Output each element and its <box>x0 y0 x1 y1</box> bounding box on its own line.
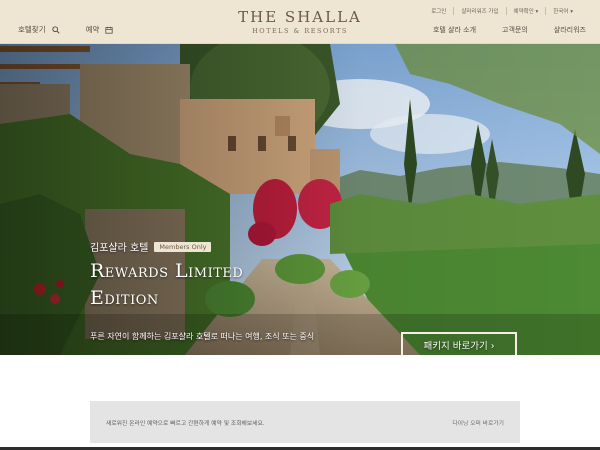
header-quick-links: 호텔찾기 예약 <box>18 24 139 35</box>
reservation-label: 예약 <box>85 25 100 34</box>
check-reservation-dropdown[interactable]: 예약확인 ▾ <box>505 7 546 15</box>
hotel-name: 김포샬라 호텔 <box>90 243 149 254</box>
join-rewards-link[interactable]: 샬라리워즈 가입 <box>453 7 505 15</box>
main-nav: 호텔 샬라 소개 고객문의 샬라리워즈 <box>407 25 586 35</box>
language-dropdown[interactable]: 한국어 ▾ <box>545 7 580 15</box>
members-only-badge: Members Only <box>154 241 212 252</box>
find-hotel-label: 호텔찾기 <box>18 25 46 34</box>
site-header: 호텔찾기 예약 THE SHALLA HOTELS & RESORTS 로그인 … <box>0 0 600 44</box>
nav-about[interactable]: 호텔 샬라 소개 <box>433 25 476 35</box>
package-cta-button[interactable]: 패키지 바로가기 › <box>401 332 517 355</box>
hero-pretitle: 김포샬라 호텔 Members Only <box>90 239 243 254</box>
booking-info-bar: 새로워진 온라인 예약으로 빠르고 간편하게 예약 및 조회해보세요. 다이닝 … <box>90 401 520 443</box>
utility-menu: 로그인 샬라리워즈 가입 예약확인 ▾ 한국어 ▾ <box>424 7 580 15</box>
login-link[interactable]: 로그인 <box>424 7 453 15</box>
hero-banner: 김포샬라 호텔 Members Only Rewards Limited Edi… <box>0 44 600 355</box>
hero-text-block: 김포샬라 호텔 Members Only Rewards Limited Edi… <box>90 239 243 312</box>
booking-info-text: 새로워진 온라인 예약으로 빠르고 간편하게 예약 및 조회해보세요. <box>106 420 265 427</box>
reservation-link[interactable]: 예약 <box>86 24 114 35</box>
search-icon <box>51 25 60 34</box>
dining-offer-link[interactable]: 다이닝 오퍼 바로가기 <box>452 418 504 427</box>
hero-title-line1: Rewards Limited <box>90 260 244 282</box>
hero-title-line2: Edition <box>90 287 159 309</box>
hero-title: Rewards Limited Edition <box>90 258 243 312</box>
nav-rewards[interactable]: 샬라리워즈 <box>554 25 586 35</box>
calendar-icon <box>105 26 114 34</box>
hero-description: 푸른 자연이 함께하는 김포샬라 호텔로 떠나는 여행, 조식 또는 중식 <box>90 332 315 341</box>
find-hotel-link[interactable]: 호텔찾기 <box>18 24 60 35</box>
brand-name: THE SHALLA <box>238 8 362 26</box>
nav-contact[interactable]: 고객문의 <box>502 25 528 35</box>
